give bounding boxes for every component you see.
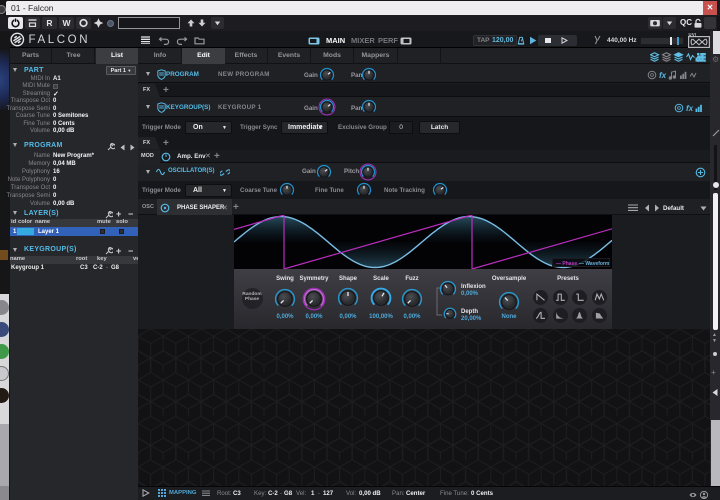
- svg-text:fx: fx: [659, 71, 667, 80]
- svg-text:fx: fx: [686, 104, 694, 113]
